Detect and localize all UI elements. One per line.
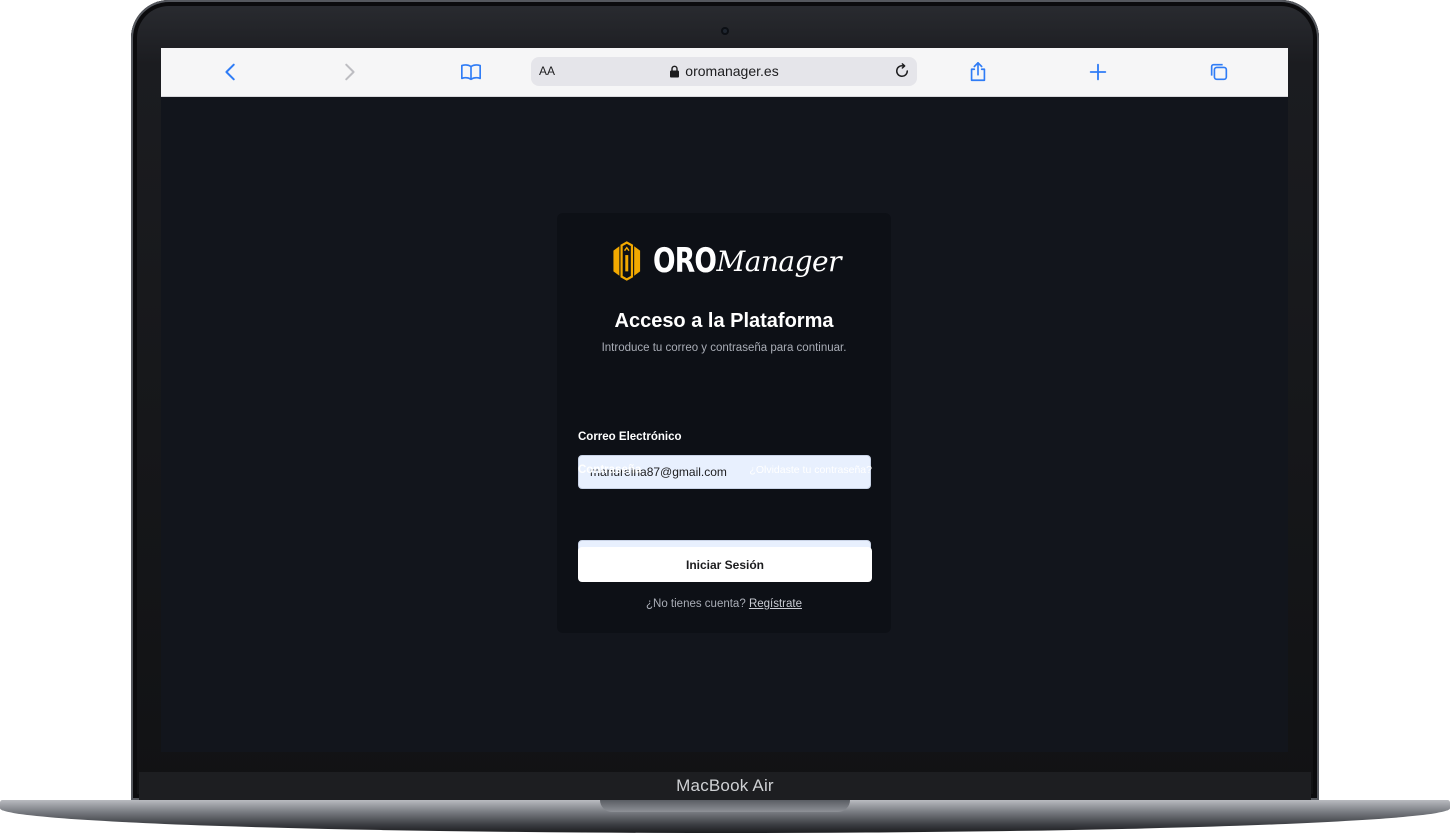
- oro-logo-mark-icon: [613, 241, 641, 281]
- oro-manager-logo: ORO Manager: [609, 233, 842, 289]
- password-label: Contraseña: [578, 464, 642, 476]
- logo-wordmark-manager: Manager: [716, 244, 842, 278]
- lock-icon: [670, 65, 680, 77]
- laptop-notch: [600, 800, 850, 812]
- share-icon[interactable]: [966, 60, 990, 84]
- register-prompt-text: ¿No tienes cuenta?: [646, 598, 746, 610]
- camera-icon: [721, 27, 729, 35]
- address-bar[interactable]: AA oromanager.es: [531, 57, 917, 86]
- device-brand-label: MacBook Air: [676, 776, 774, 795]
- browser-toolbar: AA oromanager.es: [161, 48, 1288, 97]
- logo-wordmark-oro: ORO: [652, 241, 717, 281]
- page-title: Acceso a la Plataforma: [614, 310, 834, 332]
- url-display: oromanager.es: [531, 63, 917, 79]
- reload-icon[interactable]: [893, 62, 911, 80]
- bookmarks-icon[interactable]: [459, 60, 483, 84]
- url-text: oromanager.es: [685, 63, 779, 79]
- screen: AA oromanager.es ORO Manager Acceso a la…: [161, 48, 1288, 752]
- login-button[interactable]: Iniciar Sesión: [578, 547, 872, 582]
- forgot-password-link[interactable]: ¿Olvidaste tu contraseña?: [749, 464, 872, 476]
- email-label: Correo Electrónico: [578, 431, 682, 443]
- register-prompt: ¿No tienes cuenta? Regístrate: [557, 598, 891, 610]
- register-link[interactable]: Regístrate: [749, 598, 802, 610]
- forward-icon[interactable]: [337, 60, 361, 84]
- new-tab-icon[interactable]: [1086, 60, 1110, 84]
- back-icon[interactable]: [219, 60, 243, 84]
- tabs-icon[interactable]: [1207, 60, 1231, 84]
- login-card: ORO Manager Acceso a la Plataforma Intro…: [557, 213, 891, 633]
- page-subtitle: Introduce tu correo y contraseña para co…: [601, 342, 847, 354]
